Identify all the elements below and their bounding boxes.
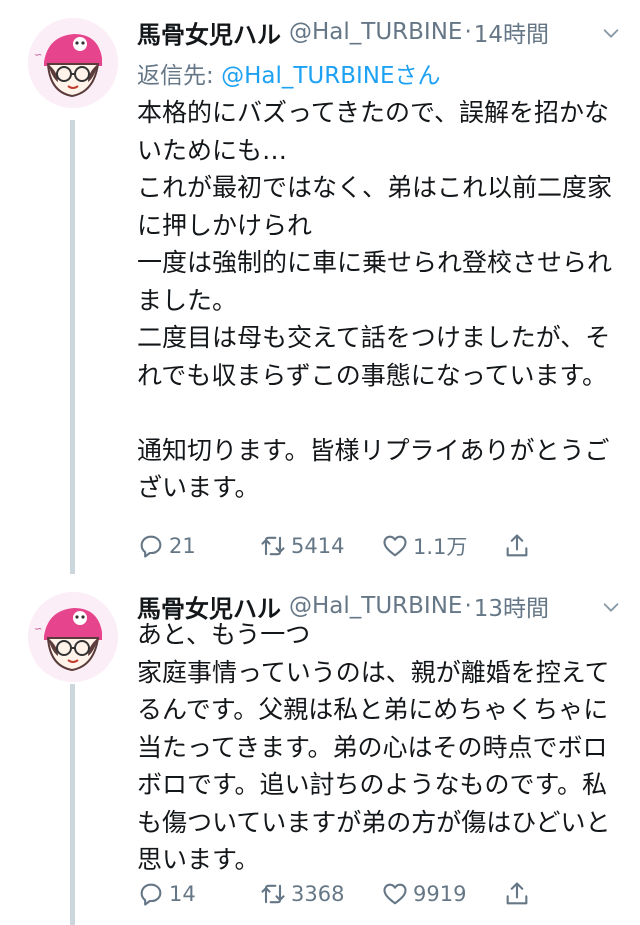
thread-connector-line	[70, 684, 75, 925]
retweet-icon	[261, 884, 285, 904]
avatar-illustration: ∽ ∼	[28, 18, 118, 108]
replying-to-handle-link[interactable]: @Hal_TURBINEさん	[221, 63, 440, 89]
like-button[interactable]: 1.1万	[381, 531, 503, 561]
reply-count: 21	[169, 534, 196, 558]
reply-count: 14	[169, 882, 196, 906]
reply-button[interactable]: 14	[137, 880, 259, 908]
share-icon	[506, 534, 528, 557]
share-button[interactable]	[503, 532, 543, 560]
avatar-illustration: ∽ ∼	[28, 592, 118, 682]
replying-to-label: 返信先:	[137, 63, 222, 89]
retweet-icon	[261, 536, 285, 556]
replying-to: 返信先: @Hal_TURBINEさん	[137, 56, 441, 90]
retweet-button[interactable]: 3368	[259, 880, 381, 908]
svg-text:∼: ∼	[34, 97, 42, 107]
chevron-down-icon[interactable]	[600, 22, 622, 44]
chevron-down-icon[interactable]	[600, 596, 622, 618]
tweet-header: 馬骨女児ハル @Hal_TURBINE · 14時間	[137, 14, 626, 50]
share-button[interactable]	[503, 880, 543, 908]
avatar[interactable]: ∽ ∼	[28, 18, 118, 108]
share-icon	[506, 882, 528, 905]
like-button[interactable]: 9919	[381, 880, 503, 908]
tweet-text: 本格的にバズってきたので、誤解を招かないためにも… これが最初ではなく、弟はこれ…	[137, 98, 613, 502]
timestamp[interactable]: 14時間	[474, 15, 549, 49]
separator-dot: ·	[464, 19, 472, 45]
reply-icon	[140, 883, 162, 906]
retweet-count: 5414	[291, 534, 345, 558]
tweet-text: あと、もう一つ 家庭事情っていうのは、親が離婚を控えてるんです。父親は私と弟にめ…	[137, 620, 611, 874]
reply-icon	[140, 535, 162, 558]
like-count: 1.1万	[413, 535, 468, 559]
avatar[interactable]: ∽ ∼	[28, 592, 118, 682]
tweet-actions: 21 5414 1.1万	[137, 528, 557, 564]
svg-text:∽: ∽	[34, 624, 42, 635]
tweet[interactable]: ∽ ∼ 馬骨女児ハル @Hal_TURBINE · 14時間 返信先: @Hal…	[0, 0, 640, 574]
retweet-count: 3368	[291, 882, 345, 906]
tweet[interactable]: ∽ ∼ 馬骨女児ハル @Hal_TURBINE · 13時間 あと、もう一つ 家…	[0, 574, 640, 925]
display-name[interactable]: 馬骨女児ハル	[137, 15, 281, 50]
heart-icon	[383, 535, 407, 557]
retweet-button[interactable]: 5414	[259, 532, 381, 560]
user-handle[interactable]: @Hal_TURBINE	[289, 19, 462, 45]
svg-text:∼: ∼	[34, 671, 42, 681]
svg-text:∽: ∽	[34, 50, 42, 61]
heart-icon	[383, 883, 407, 905]
like-count: 9919	[413, 882, 467, 906]
thread-connector-line	[70, 120, 75, 574]
tweet-actions: 14 3368 9919	[137, 876, 557, 912]
reply-button[interactable]: 21	[137, 532, 259, 560]
